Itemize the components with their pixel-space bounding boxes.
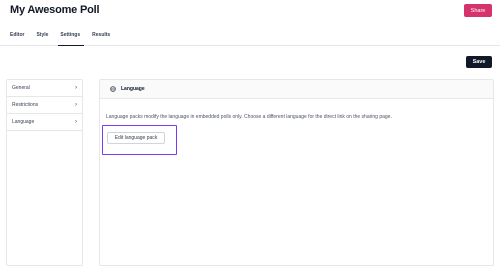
save-button[interactable]: Save (466, 56, 492, 68)
tab-style[interactable]: Style (36, 31, 54, 46)
settings-sidebar: General › Restrictions › Language › (6, 79, 83, 266)
tab-editor[interactable]: Editor (10, 31, 30, 46)
sidebar-item-restrictions[interactable]: Restrictions › (7, 97, 82, 114)
tab-settings[interactable]: Settings (58, 31, 86, 46)
panel-header: Language (100, 80, 493, 99)
globe-icon (110, 86, 116, 92)
sidebar-item-label: Language (12, 119, 35, 125)
tab-bar: Editor Style Settings Results (10, 31, 122, 46)
chevron-right-icon: › (75, 85, 77, 91)
language-description: Language packs modify the language in em… (106, 114, 392, 120)
sidebar-item-general[interactable]: General › (7, 80, 82, 97)
edit-language-pack-button[interactable]: Edit language pack (107, 132, 165, 144)
sidebar-item-label: General (12, 85, 30, 91)
tab-results[interactable]: Results (92, 31, 116, 46)
sidebar-item-language[interactable]: Language › (7, 114, 82, 131)
chevron-right-icon: › (75, 102, 77, 108)
top-header: My Awesome Poll Share Editor Style Setti… (0, 0, 500, 46)
panel-heading: Language (121, 86, 145, 92)
poll-title: My Awesome Poll (10, 4, 100, 16)
language-panel: Language Language packs modify the langu… (99, 79, 494, 266)
share-button[interactable]: Share (464, 4, 492, 17)
chevron-right-icon: › (75, 119, 77, 125)
sidebar-item-label: Restrictions (12, 102, 39, 108)
